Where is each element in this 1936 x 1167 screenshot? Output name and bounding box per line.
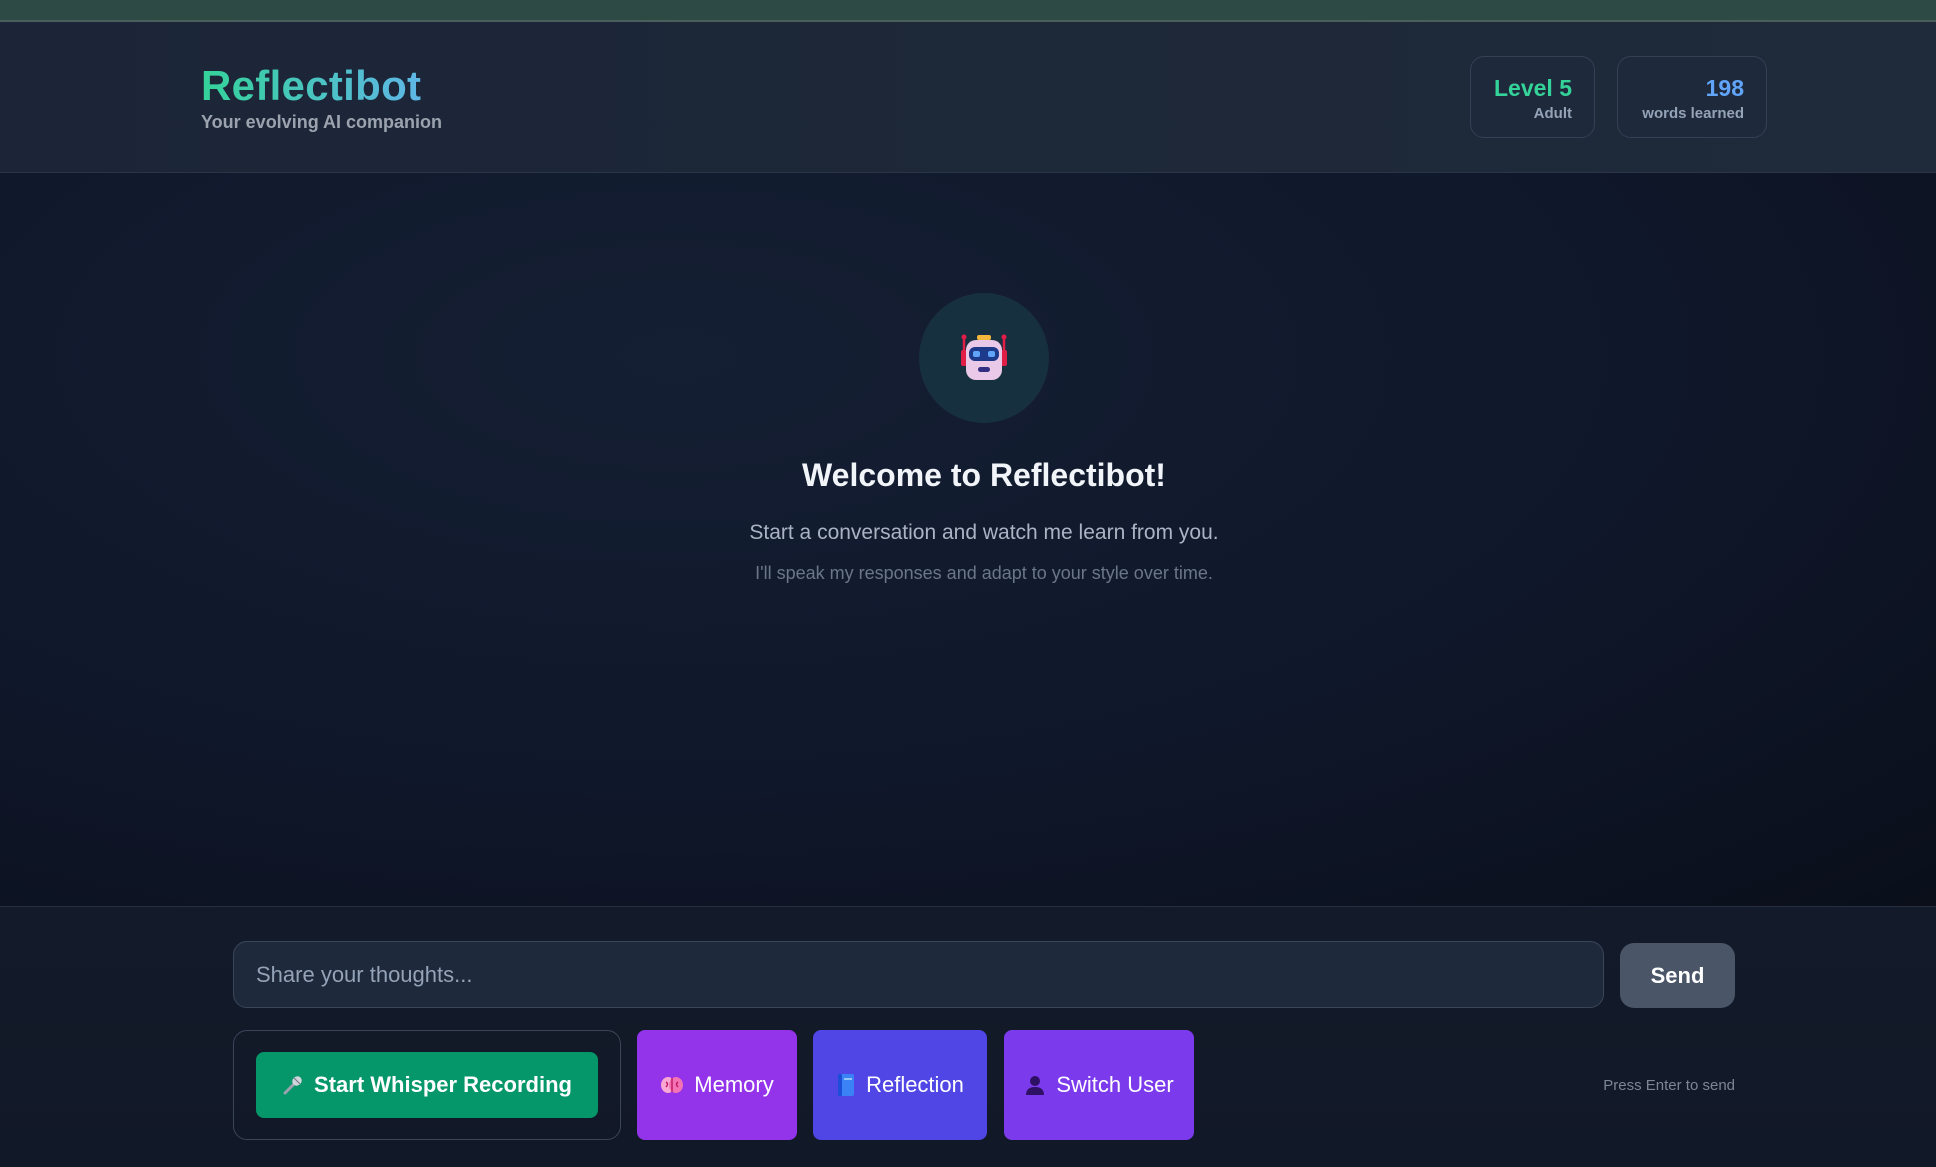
welcome-message: Start a conversation and watch me learn … [749,521,1219,544]
microphone-icon [282,1074,304,1096]
welcome-subtext: I'll speak my responses and adapt to you… [755,563,1213,583]
start-recording-button[interactable]: Start Whisper Recording [256,1052,598,1118]
words-label: words learned [1642,105,1744,123]
robot-icon [958,332,1010,384]
enter-hint: Press Enter to send [1603,1077,1735,1094]
words-learned-card: 198 words learned [1617,56,1767,138]
user-silhouette-icon [1024,1074,1046,1096]
chat-area: Welcome to Reflectibot! Start a conversa… [0,173,1936,906]
memory-button[interactable]: Memory [637,1030,797,1140]
message-input[interactable] [233,941,1604,1008]
bot-avatar [919,293,1049,423]
level-value: Level 5 [1494,75,1572,101]
reflection-label: Reflection [866,1072,964,1097]
record-group: Start Whisper Recording [233,1030,621,1140]
browser-top-strip [0,0,1936,22]
level-label: Adult [1533,105,1572,123]
words-count: 198 [1705,75,1744,101]
composer-panel: Send Start Whisper Recording Memory [0,906,1936,1167]
memory-label: Memory [694,1072,774,1097]
send-button[interactable]: Send [1620,943,1735,1008]
record-label: Start Whisper Recording [314,1072,572,1097]
app-subtitle: Your evolving AI companion [201,112,443,132]
welcome-title: Welcome to Reflectibot! [802,457,1166,493]
book-icon [836,1073,856,1097]
switch-user-label: Switch User [1056,1072,1174,1097]
switch-user-button[interactable]: Switch User [1004,1030,1194,1140]
level-card: Level 5 Adult [1470,56,1595,138]
brain-icon [660,1074,684,1096]
app-header: Reflectibot Your evolving AI companion L… [0,22,1936,173]
reflection-button[interactable]: Reflection [813,1030,987,1140]
app-title: Reflectibot [201,62,422,109]
